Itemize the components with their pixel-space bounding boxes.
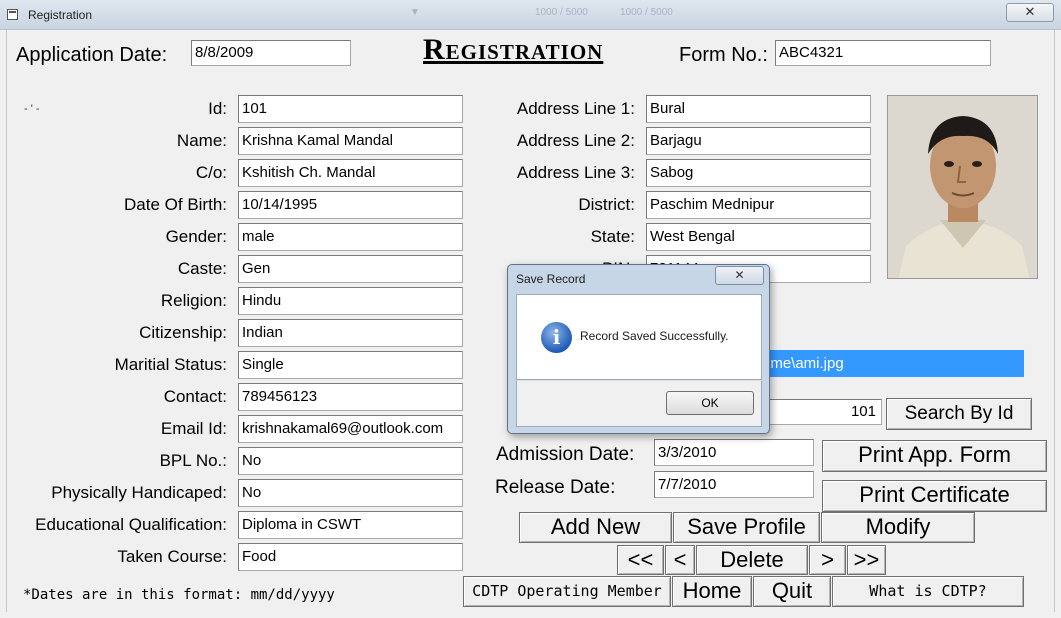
personal-detail-label: Contact: [163,387,227,406]
info-icon: i [541,322,572,353]
search-id-field[interactable]: 101 [758,399,882,425]
application-date-label: Application Date: [16,44,168,66]
personal-detail-field[interactable]: 789456123 [238,383,463,411]
modify-button[interactable]: Modify [821,512,975,543]
background-text: ▼ [410,7,420,18]
address-detail-field[interactable]: Paschim Mednipur [646,191,871,219]
address-detail-label: State: [590,227,635,246]
cdtp-operating-member-button[interactable]: CDTP Operating Member [463,576,671,607]
personal-detail-field[interactable]: No [238,479,463,507]
address-detail-label: Address Line 3: [516,163,635,182]
personal-detail-field[interactable]: krishnakamal69@outlook.com [238,415,463,443]
address-detail-label: Address Line 2: [516,131,635,150]
close-icon[interactable]: ✕ [1025,4,1036,19]
personal-detail-field[interactable]: Hindu [238,287,463,315]
first-record-button[interactable]: << [617,545,664,575]
background-text: 1000 / 5000 [535,7,588,18]
personal-detail-label: Maritial Status: [114,355,227,374]
ok-button[interactable]: OK [666,391,754,415]
form-no-label: Form No.: [679,44,768,66]
address-detail-field[interactable]: Sabog [646,159,871,187]
address-detail-label: Address Line 1: [516,99,635,118]
dialog-message: Record Saved Successfully. [580,329,729,343]
admission-date-field[interactable]: 3/3/2010 [654,439,814,466]
window-close-button[interactable]: ✕ [1006,3,1054,22]
search-by-id-button[interactable]: Search By Id [886,398,1032,430]
personal-detail-field[interactable]: Diploma in CSWT [238,511,463,539]
print-certificate-button[interactable]: Print Certificate [822,480,1047,512]
page-title: Registration [423,33,604,66]
last-record-button[interactable]: >> [847,545,886,575]
personal-detail-label: BPL No.: [159,451,227,470]
add-new-button[interactable]: Add New [519,512,672,543]
photo-path-field[interactable]: :\me\ami.jpg [758,350,1024,377]
dialog-close-button[interactable]: ✕ [715,266,764,285]
personal-detail-field[interactable]: Food [238,543,463,571]
address-detail-field[interactable]: Bural [646,95,871,123]
address-detail-field[interactable]: West Bengal [646,223,871,251]
form-no-field[interactable]: ABC4321 [775,40,991,66]
release-date-label: Release Date: [495,477,616,498]
profile-photo [887,95,1038,279]
dialog-title: Save Record [516,272,586,286]
personal-detail-label: Educational Qualification: [35,515,227,534]
background-text: 1000 / 5000 [620,7,673,18]
title-bar: Registration 1000 / 5000 ▼ 1000 / 5000 ✕ [0,0,1061,30]
personal-detail-label: Email Id: [160,419,227,438]
delete-button[interactable]: Delete [696,545,808,575]
personal-detail-label: Physically Handicaped: [51,483,227,502]
app-window-icon [7,9,18,20]
application-date-field[interactable]: 8/8/2009 [191,40,351,66]
personal-detail-label: Taken Course: [117,547,227,566]
address-detail-label: District: [578,195,635,214]
release-date-field[interactable]: 7/7/2010 [654,471,814,498]
personal-detail-field[interactable]: Indian [238,319,463,347]
previous-record-button[interactable]: < [665,545,695,575]
personal-detail-field[interactable]: No [238,447,463,475]
what-is-cdtp-button[interactable]: What is CDTP? [832,576,1024,607]
print-app-form-button[interactable]: Print App. Form [822,440,1047,472]
window-title: Registration [28,8,93,22]
address-detail-field[interactable]: Barjagu [646,127,871,155]
save-record-dialog: Save Record ✕ i Record Saved Successfull… [507,264,770,434]
personal-detail-label: Religion: [160,291,227,310]
date-format-note: *Dates are in this format: mm/dd/yyyy [23,587,335,603]
next-record-button[interactable]: > [809,545,846,575]
personal-detail-field[interactable]: Single [238,351,463,379]
personal-detail-label: Citizenship: [139,323,227,342]
admission-date-label: Admission Date: [496,444,635,465]
close-icon[interactable]: ✕ [734,268,744,282]
save-profile-button[interactable]: Save Profile [673,512,820,543]
home-button[interactable]: Home [672,576,752,607]
quit-button[interactable]: Quit [753,576,831,607]
person-photo-image [888,96,1037,278]
